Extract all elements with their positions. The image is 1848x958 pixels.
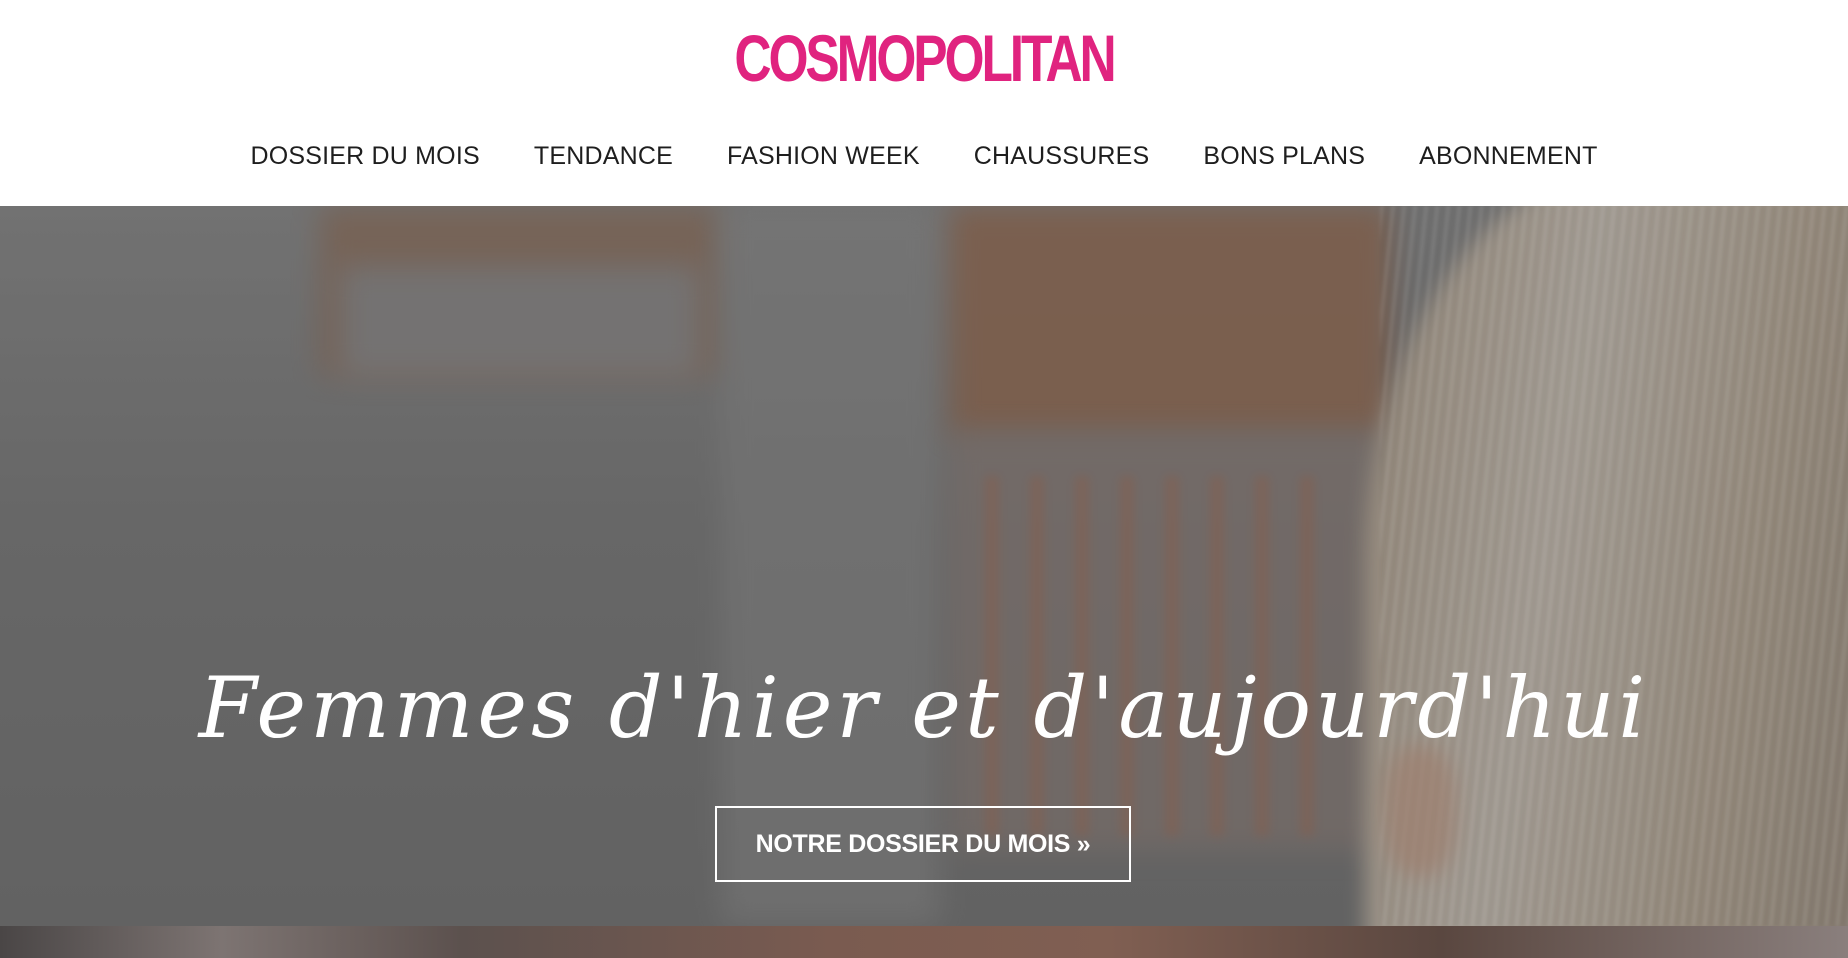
nav-item-chaussures[interactable]: CHAUSSURES bbox=[974, 142, 1150, 171]
next-section-preview bbox=[0, 926, 1848, 958]
nav-item-fashion-week[interactable]: FASHION WEEK bbox=[727, 142, 920, 171]
site-header: COSMOPOLITAN DOSSIER DU MOIS TENDANCE FA… bbox=[0, 0, 1848, 206]
nav-item-abonnement[interactable]: ABONNEMENT bbox=[1419, 142, 1597, 171]
nav-item-tendance[interactable]: TENDANCE bbox=[534, 142, 673, 171]
notre-dossier-du-mois-button[interactable]: NOTRE DOSSIER DU MOIS » bbox=[715, 806, 1131, 882]
hero-headline: Femmes d'hier et d'aujourd'hui bbox=[198, 659, 1650, 757]
hero-banner: Femmes d'hier et d'aujourd'hui NOTRE DOS… bbox=[0, 206, 1848, 926]
nav-item-dossier-du-mois[interactable]: DOSSIER DU MOIS bbox=[250, 142, 479, 171]
nav-item-bons-plans[interactable]: BONS PLANS bbox=[1203, 142, 1365, 171]
cosmopolitan-logo[interactable]: COSMOPOLITAN bbox=[203, 22, 1644, 94]
main-nav: DOSSIER DU MOIS TENDANCE FASHION WEEK CH… bbox=[0, 136, 1848, 176]
